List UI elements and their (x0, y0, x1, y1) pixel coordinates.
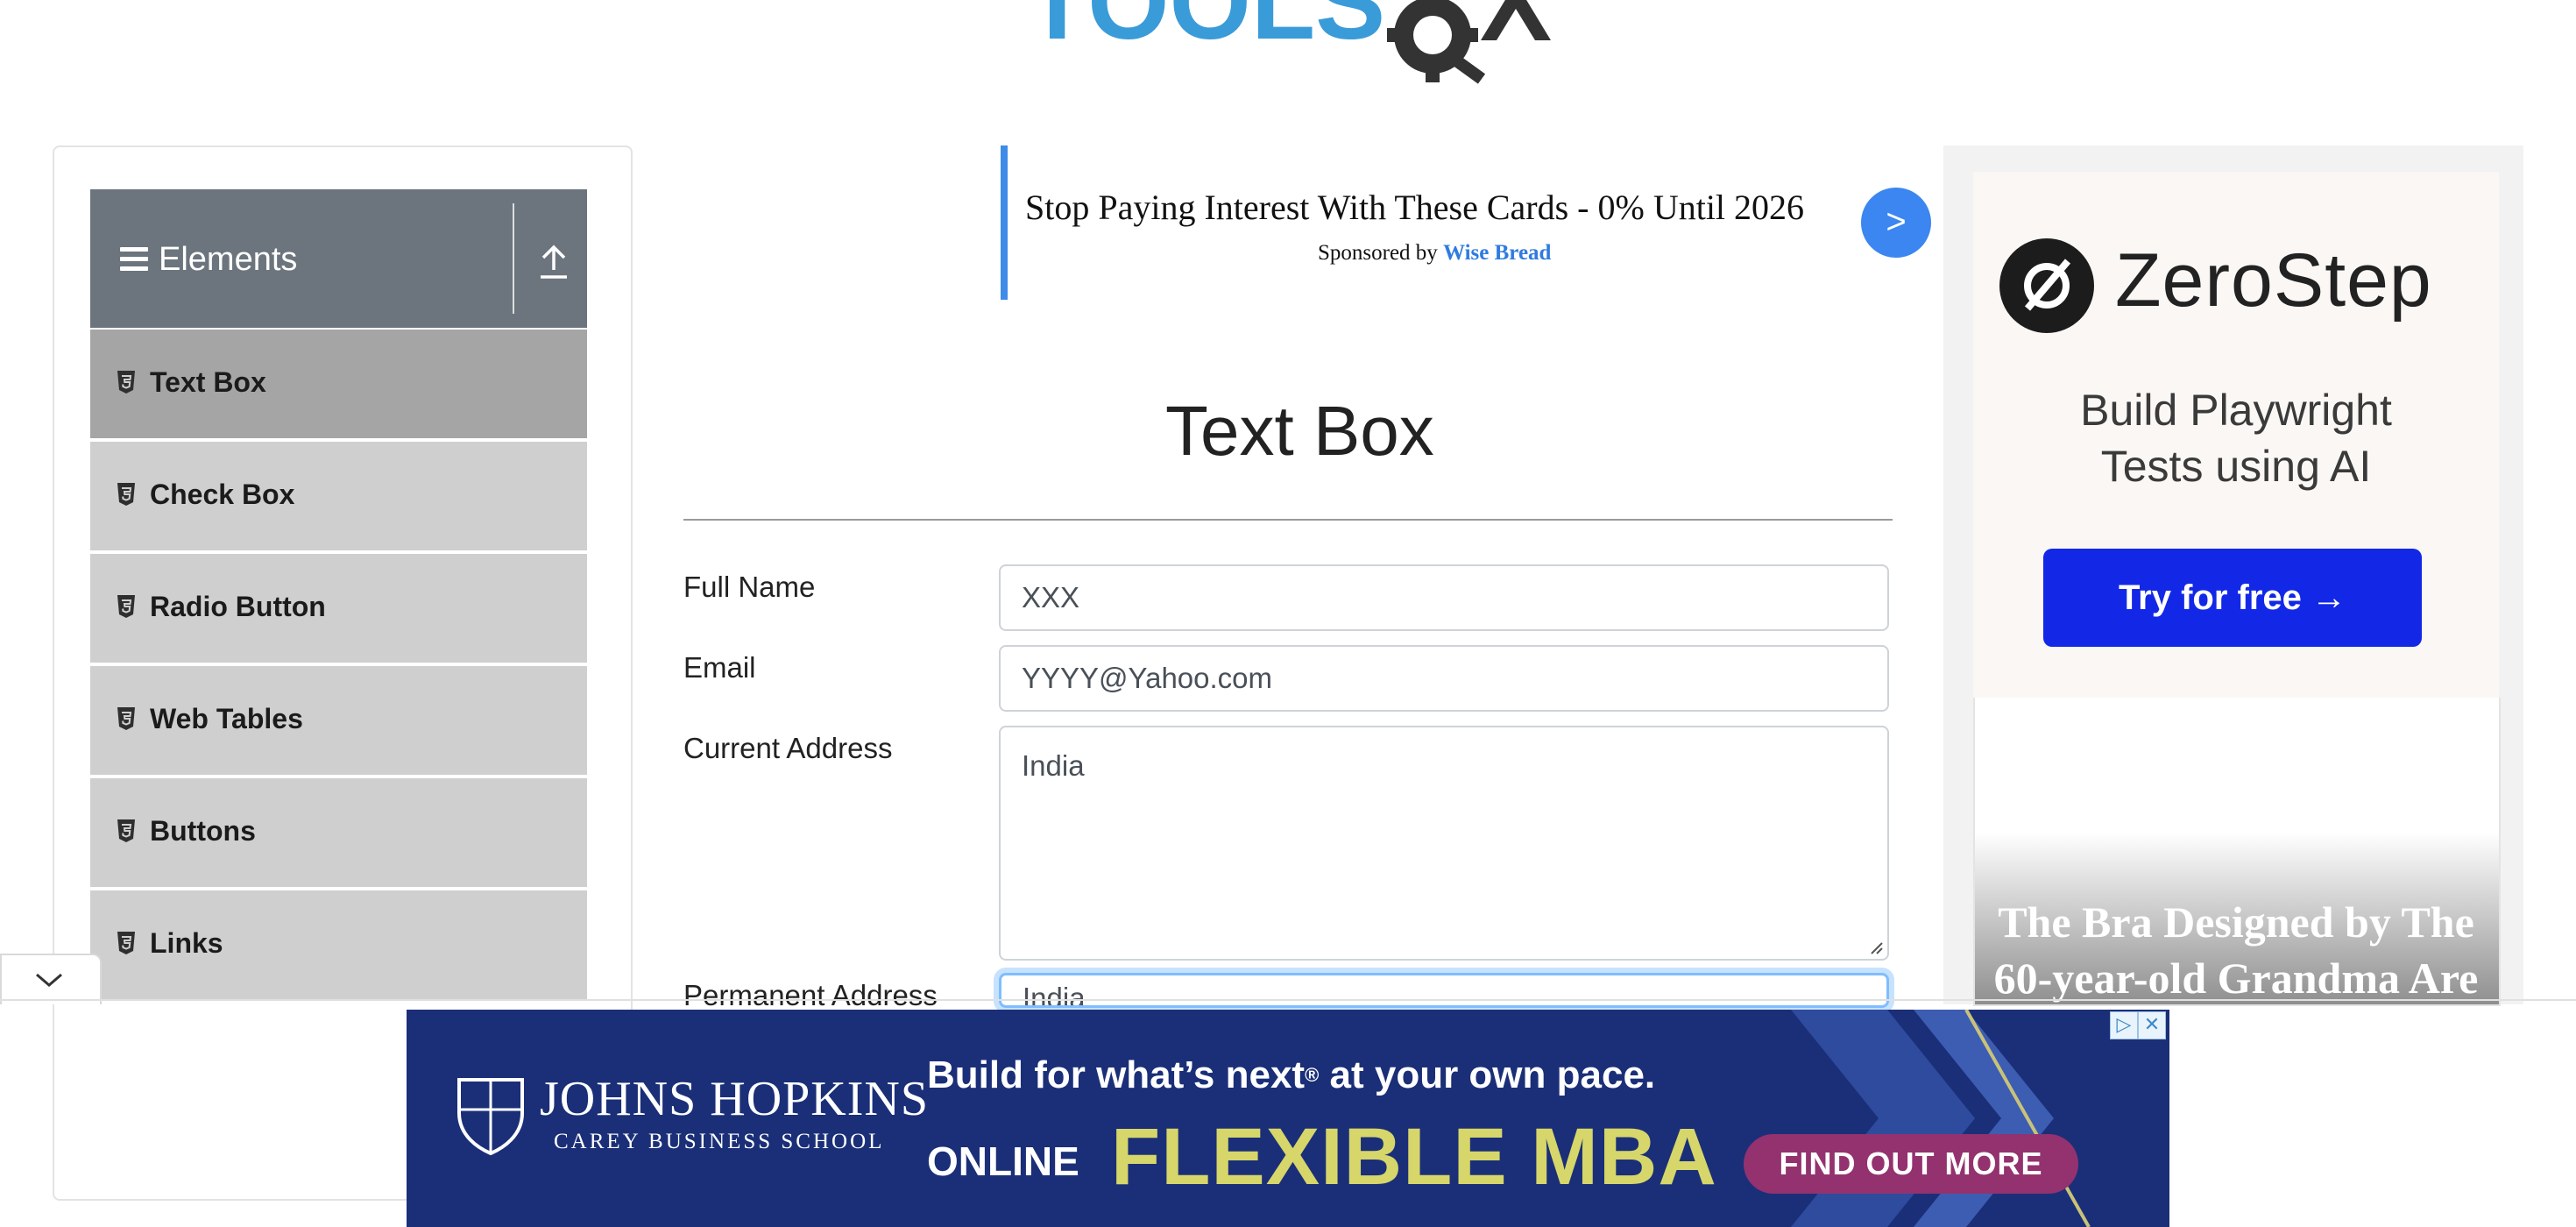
zerostep-brand: ZeroStep (2115, 238, 2432, 323)
sidebar-item-label: Web Tables (150, 703, 303, 734)
sponsored-title[interactable]: Stop Paying Interest With These Cards - … (1025, 188, 1804, 228)
sponsored-next-button[interactable]: > (1861, 188, 1931, 258)
try-for-free-button[interactable]: Try for free → (2043, 549, 2422, 647)
collapse-up-icon[interactable] (534, 238, 574, 282)
html5-icon (117, 931, 136, 955)
zerostep-tagline: Build Playwright Tests using AI (2080, 386, 2392, 491)
gear-icon (1387, 0, 1486, 84)
toolsqa-logo[interactable]: TOOLS (1025, 0, 1586, 88)
html5-icon (117, 706, 136, 731)
full-name-label: Full Name (683, 571, 816, 603)
jhu-logo-text: JOHNS HOPKINS (540, 1072, 929, 1126)
resize-handle-icon (1871, 942, 1883, 954)
permanent-address-value: India (1023, 982, 1086, 1008)
sidebar-item-label: Buttons (150, 815, 256, 847)
chevron-down-icon (36, 973, 62, 987)
sidebar-item-label: Text Box (150, 366, 266, 398)
sidebar-item-web-tables[interactable]: Web Tables (90, 666, 587, 778)
html5-icon (117, 594, 136, 619)
sidebar-item-label: Radio Button (150, 591, 326, 622)
ad-choices-icon[interactable]: ▷ (2110, 1011, 2138, 1039)
sidebar-item-label: Check Box (150, 479, 295, 510)
sidebar-item-buttons[interactable]: Buttons (90, 778, 587, 890)
permanent-address-label: Permanent Address (683, 979, 938, 1011)
email-input[interactable]: YYYY@Yahoo.com (999, 645, 1889, 712)
group-title: Elements (159, 241, 298, 278)
find-out-more-button[interactable]: FIND OUT MORE (1744, 1134, 2078, 1194)
story-headline[interactable]: The Bra Designed by The 60-year-old Gran… (1973, 894, 2499, 1006)
sidebar-item-check-box[interactable]: Check Box (90, 442, 587, 554)
sponsored-accent-bar (1001, 145, 1008, 300)
ad-online-label: ONLINE (927, 1138, 1079, 1184)
jhu-shield-icon (454, 1075, 527, 1156)
logo-text: TOOLS (1025, 0, 1385, 61)
email-label: Email (683, 651, 756, 684)
sidebar-item-radio-button[interactable]: Radio Button (90, 554, 587, 666)
hamburger-icon (120, 247, 148, 275)
current-address-value: India (1022, 749, 1085, 782)
elements-group-header[interactable]: Elements (90, 189, 587, 328)
jhu-logo-subtext: CAREY BUSINESS SCHOOL (554, 1130, 885, 1153)
permanent-address-textarea[interactable]: India (999, 973, 1889, 1008)
sidebar-item-label: Links (150, 927, 223, 959)
sponsor-brand-link[interactable]: Wise Bread (1443, 241, 1551, 265)
html5-icon (117, 370, 136, 394)
header-divider (513, 203, 514, 314)
ad-collapse-tab[interactable] (0, 954, 102, 1004)
ad-program-name: FLEXIBLE MBA (1111, 1112, 1717, 1202)
bottom-ad-divider (0, 999, 2576, 1001)
html5-icon (117, 819, 136, 843)
zerostep-logo-icon (1999, 238, 2094, 333)
page-title: Text Box (1165, 392, 1434, 470)
sponsored-by: Sponsored by Wise Bread (1318, 241, 1552, 265)
close-icon[interactable]: ✕ (2138, 1011, 2166, 1039)
current-address-textarea[interactable]: India (999, 726, 1889, 961)
title-divider (683, 519, 1893, 521)
full-name-input[interactable]: XXX (999, 564, 1889, 631)
current-address-label: Current Address (683, 732, 893, 764)
sidebar-item-links[interactable]: Links (90, 890, 587, 1003)
html5-icon (117, 482, 136, 507)
sidebar-item-text-box[interactable]: Text Box (90, 330, 587, 442)
ad-headline: Build for what’s next® at your own pace. (927, 1053, 1656, 1096)
